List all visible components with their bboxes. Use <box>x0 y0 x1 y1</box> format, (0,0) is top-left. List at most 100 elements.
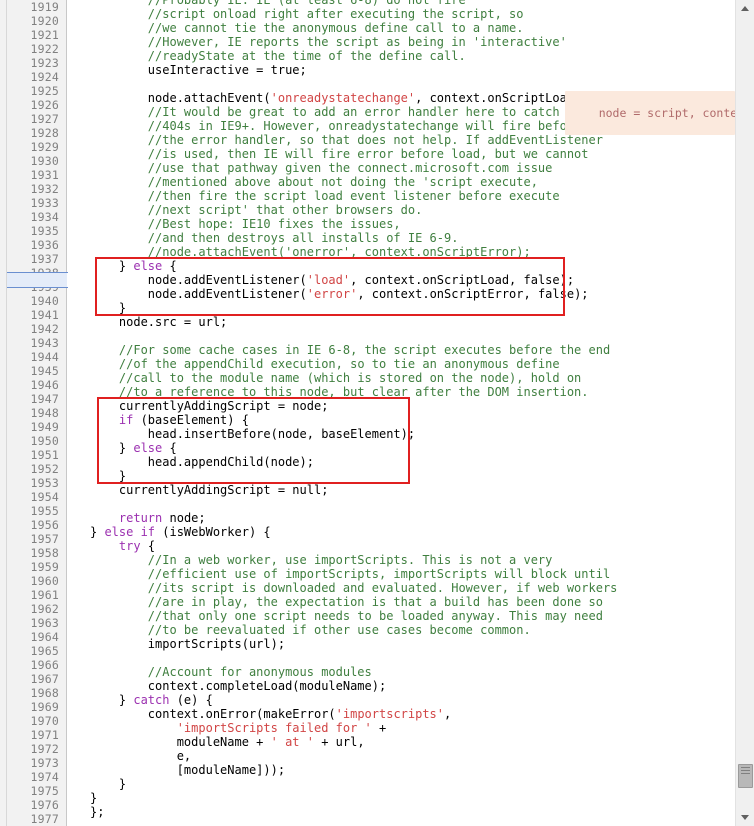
code-line[interactable]: [moduleName])); <box>68 763 735 777</box>
code-token: //However, IE reports the script as bein… <box>147 35 567 49</box>
code-line[interactable]: //use that pathway given the connect.mic… <box>68 161 735 175</box>
code-token: node.attachEvent( <box>90 91 271 105</box>
line-number: 1934 <box>30 210 59 224</box>
code-line[interactable]: } <box>68 777 735 791</box>
code-line[interactable]: currentlyAddingScript = node; <box>68 399 735 413</box>
code-token: //the error handler, so that does not he… <box>147 133 603 147</box>
code-line[interactable]: //the error handler, so that does not he… <box>68 133 735 147</box>
code-line[interactable]: try { <box>68 539 735 553</box>
line-number: 1931 <box>30 168 59 182</box>
code-line[interactable]: 'importScripts failed for ' + <box>68 721 735 735</box>
line-number: 1967 <box>30 672 59 686</box>
code-line[interactable]: head.appendChild(node); <box>68 455 735 469</box>
code-line[interactable]: //In a web worker, use importScripts. Th… <box>68 553 735 567</box>
code-line[interactable]: //are in play, the expectation is that a… <box>68 595 735 609</box>
code-token: //Probably IE. IE (at least 6-8) do not … <box>147 0 466 7</box>
code-token: //readyState at the time of the define c… <box>147 49 466 63</box>
code-line[interactable]: }; <box>68 805 735 819</box>
code-line[interactable]: } else if (isWebWorker) { <box>68 525 735 539</box>
code-line[interactable]: e, <box>68 749 735 763</box>
code-line[interactable]: //node.attachEvent('onerror', context.on… <box>68 245 735 259</box>
code-line[interactable] <box>68 651 735 665</box>
vertical-scrollbar[interactable] <box>735 0 754 826</box>
code-line[interactable]: return node; <box>68 511 735 525</box>
line-number: 1919 <box>30 0 59 14</box>
inline-variable-hint: node = script, context = O <box>565 91 751 135</box>
code-line[interactable]: //mentioned above about not doing the 's… <box>68 175 735 189</box>
code-token: 'error' <box>306 287 358 301</box>
line-number: 1939 <box>30 280 59 294</box>
code-line[interactable]: } <box>68 469 735 483</box>
code-line[interactable]: } else { <box>68 441 735 455</box>
code-line[interactable]: useInteractive = true; <box>68 63 735 77</box>
code-token: //script onload right after executing th… <box>147 7 524 21</box>
code-line[interactable]: //script onload right after executing th… <box>68 7 735 21</box>
code-line[interactable] <box>68 77 735 91</box>
code-line[interactable]: if (baseElement) { <box>68 413 735 427</box>
code-line[interactable]: //However, IE reports the script as bein… <box>68 35 735 49</box>
code-line[interactable]: importScripts(url); <box>68 637 735 651</box>
line-number-gutter: 1919 1920 1921 1922 1923 1924 1925 1926 1927 1928… <box>7 0 67 826</box>
code-line[interactable]: //readyState at the time of the define c… <box>68 49 735 63</box>
code-token: 'onreadystatechange' <box>270 91 416 105</box>
code-line[interactable]: //Probably IE. IE (at least 6-8) do not … <box>68 0 735 7</box>
code-line[interactable]: //we cannot tie the anonymous define cal… <box>68 21 735 35</box>
code-line[interactable]: //that only one script needs to be loade… <box>68 609 735 623</box>
code-line[interactable]: //Account for anonymous modules <box>68 665 735 679</box>
code-line[interactable]: //its script is downloaded and evaluated… <box>68 581 735 595</box>
code-line[interactable]: } <box>68 791 735 805</box>
code-token: //mentioned above about not doing the 's… <box>147 175 538 189</box>
line-number: 1966 <box>30 658 59 672</box>
code-token: currentlyAddingScript = node; <box>90 399 329 413</box>
code-line[interactable]: //and then destroys all installs of IE 6… <box>68 231 735 245</box>
code-line[interactable]: //then fire the script load event listen… <box>68 189 735 203</box>
line-number: 1920 <box>30 14 59 28</box>
code-token: else if <box>104 525 156 539</box>
code-line[interactable]: head.insertBefore(node, baseElement); <box>68 427 735 441</box>
code-line[interactable]: context.completeLoad(moduleName); <box>68 679 735 693</box>
scroll-down-arrow-icon[interactable] <box>736 809 754 826</box>
line-number: 1944 <box>30 350 59 364</box>
code-line[interactable]: //call to the module name (which is stor… <box>68 371 735 385</box>
code-line[interactable] <box>68 329 735 343</box>
code-editor[interactable]: 1919 1920 1921 1922 1923 1924 1925 1926 1927 1928… <box>0 0 754 826</box>
line-number: 1958 <box>30 546 59 560</box>
line-number: 1947 <box>30 392 59 406</box>
code-line[interactable] <box>68 497 735 511</box>
scrollbar-thumb[interactable] <box>738 764 753 788</box>
breakpoint-gutter[interactable] <box>0 0 7 826</box>
code-line[interactable]: //to be reevaluated if other use cases b… <box>68 623 735 637</box>
code-line[interactable]: node.src = url; <box>68 315 735 329</box>
line-number: 1926 <box>30 98 59 112</box>
code-line[interactable]: } catch (e) { <box>68 693 735 707</box>
code-line[interactable]: node.addEventListener('load', context.on… <box>68 273 735 287</box>
code-line[interactable]: //For some cache cases in IE 6-8, the sc… <box>68 343 735 357</box>
code-line[interactable]: //to a reference to this node, but clear… <box>68 385 735 399</box>
code-token: head.appendChild(node); <box>90 455 314 469</box>
line-number: 1957 <box>30 532 59 546</box>
code-line[interactable]: //of the appendChild execution, so to ti… <box>68 357 735 371</box>
scroll-up-arrow-icon[interactable] <box>736 0 754 17</box>
code-line[interactable]: } <box>68 301 735 315</box>
code-line[interactable]: //efficient use of importScripts, import… <box>68 567 735 581</box>
line-number: 1922 <box>30 42 59 56</box>
code-token: useInteractive = true; <box>90 63 307 77</box>
code-token: //to be reevaluated if other use cases b… <box>147 623 531 637</box>
line-number: 1954 <box>30 490 59 504</box>
code-line[interactable]: node.addEventListener('error', context.o… <box>68 287 735 301</box>
code-token: + url, <box>313 735 365 749</box>
code-token: //404s in IE9+. However, onreadystatecha… <box>147 119 582 133</box>
code-line[interactable]: //is used, then IE will fire error befor… <box>68 147 735 161</box>
line-number: 1932 <box>30 182 59 196</box>
code-line[interactable]: currentlyAddingScript = null; <box>68 483 735 497</box>
code-line[interactable]: //Best hope: IE10 fixes the issues, <box>68 217 735 231</box>
code-line[interactable]: } else { <box>68 259 735 273</box>
code-token: 'importScripts failed for ' <box>176 721 372 735</box>
code-line[interactable]: //next script' that other browsers do. <box>68 203 735 217</box>
code-line[interactable]: context.onError(makeError('importscripts… <box>68 707 735 721</box>
code-line[interactable]: moduleName + ' at ' + url, <box>68 735 735 749</box>
